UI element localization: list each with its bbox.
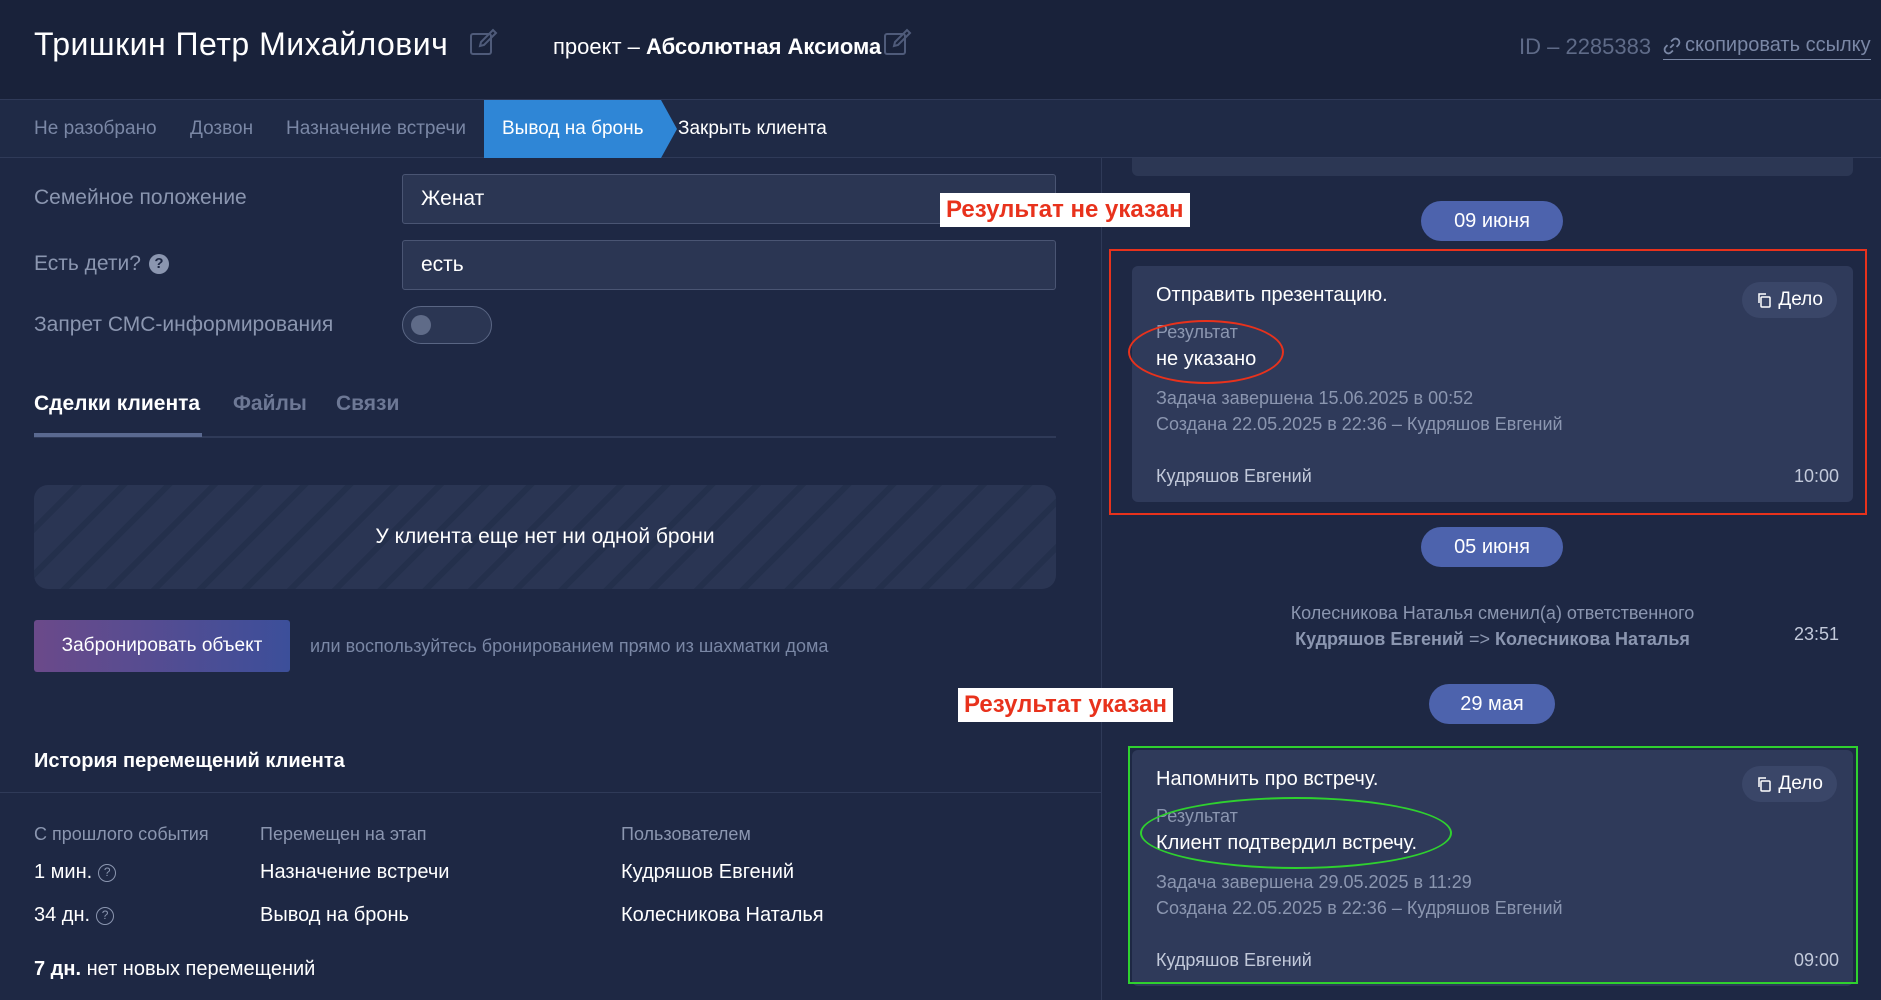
- history-col-stage: Перемещен на этап: [260, 824, 427, 844]
- history-footer: 7 дн. нет новых перемещений: [34, 958, 315, 981]
- deal-tabs: Сделки клиента Файлы Связи: [34, 388, 1056, 438]
- event-arrow: =>: [1463, 629, 1495, 649]
- annotation-result-not-set: Результат не указан: [940, 193, 1190, 227]
- history-since-value: 1 мин.: [34, 861, 93, 883]
- history-row-2-since: 34 дн. ?: [34, 904, 115, 927]
- project: проект – Абсолютная Аксиома: [553, 34, 881, 60]
- marital-label-text: Семейное положение: [34, 186, 247, 209]
- link-icon: [1663, 37, 1681, 54]
- previous-card-tail: [1132, 158, 1853, 176]
- history-row-1-user: Кудряшов Евгений: [621, 861, 795, 883]
- client-name: Тришкин Петр Михайлович: [34, 26, 449, 62]
- copy-link[interactable]: скопировать ссылку: [1663, 34, 1871, 60]
- history-row-2-stage: Вывод на бронь: [260, 904, 409, 926]
- history-title: История перемещений клиента: [34, 750, 345, 772]
- history-row-1-stage: Назначение встречи: [260, 861, 450, 883]
- stage-booking[interactable]: Вывод на бронь: [484, 100, 679, 158]
- project-name: Абсолютная Аксиома: [646, 34, 882, 59]
- stage-meeting[interactable]: Назначение встречи: [286, 100, 466, 158]
- sms-label: Запрет СМС-информирования: [34, 313, 333, 337]
- client-id: ID – 2285383: [1519, 34, 1652, 59]
- active-tab-indicator: [34, 433, 202, 437]
- history-col-user: Пользователем: [621, 824, 751, 844]
- tab-files[interactable]: Файлы: [233, 392, 307, 416]
- marital-label: Семейное положение: [34, 186, 247, 210]
- children-input[interactable]: есть: [402, 240, 1056, 290]
- history-row-2-user: Колесникова Наталья: [621, 904, 824, 926]
- history-footer-days: 7 дн.: [34, 958, 82, 980]
- book-hint: или воспользуйтесь бронированием прямо и…: [310, 636, 829, 656]
- annotation-result-set: Результат указан: [958, 688, 1173, 722]
- event-time: 23:51: [1793, 624, 1839, 644]
- tab-links[interactable]: Связи: [336, 392, 399, 416]
- header: Тришкин Петр Михайлович проект – Абсолют…: [0, 0, 1881, 100]
- edit-name-icon[interactable]: [468, 28, 498, 58]
- highlight-ellipse-set: [1140, 797, 1452, 869]
- stage-unsorted[interactable]: Не разобрано: [34, 100, 157, 158]
- date-pill: 09 июня: [1421, 201, 1563, 241]
- history-row-1-since: 1 мин. ?: [34, 861, 117, 884]
- event-text: Колесникова Наталья сменил(а) ответствен…: [1290, 603, 1695, 623]
- help-icon[interactable]: ?: [96, 906, 115, 925]
- stage-calling[interactable]: Дозвон: [190, 100, 253, 158]
- history-col-since: С прошлого события: [34, 824, 209, 844]
- sms-toggle[interactable]: [402, 306, 492, 344]
- children-label-text: Есть дети?: [34, 252, 141, 275]
- sms-label-text: Запрет СМС-информирования: [34, 313, 334, 336]
- history-footer-text: нет новых перемещений: [81, 958, 316, 980]
- date-pill: 05 июня: [1421, 527, 1563, 567]
- date-pill: 29 мая: [1429, 684, 1555, 724]
- empty-deals-text: У клиента еще нет ни одной брони: [375, 525, 715, 548]
- copy-link-label: скопировать ссылку: [1685, 34, 1871, 56]
- event-to: Колесникова Наталья: [1495, 629, 1690, 649]
- children-label: Есть дети? ?: [34, 252, 169, 276]
- empty-deals-box: У клиента еще нет ни одной брони: [34, 485, 1056, 589]
- column-divider: [1101, 158, 1102, 1000]
- edit-project-icon[interactable]: [882, 28, 912, 58]
- history-since-value: 34 дн.: [34, 904, 91, 926]
- stage-bar: Не разобрано Дозвон Назначение встречи В…: [0, 100, 1881, 158]
- help-icon[interactable]: ?: [148, 254, 169, 274]
- book-object-button[interactable]: Забронировать объект: [34, 620, 290, 672]
- event-from: Кудряшов Евгений: [1295, 629, 1464, 649]
- history-divider: [0, 792, 1101, 793]
- project-prefix: проект –: [553, 34, 647, 59]
- tab-deals[interactable]: Сделки клиента: [34, 392, 200, 416]
- highlight-ellipse-not-set: [1128, 320, 1284, 384]
- help-icon[interactable]: ?: [98, 863, 117, 882]
- stage-close[interactable]: Закрыть клиента: [678, 100, 827, 158]
- event-change: Кудряшов Евгений => Колесникова Наталья: [1132, 629, 1853, 650]
